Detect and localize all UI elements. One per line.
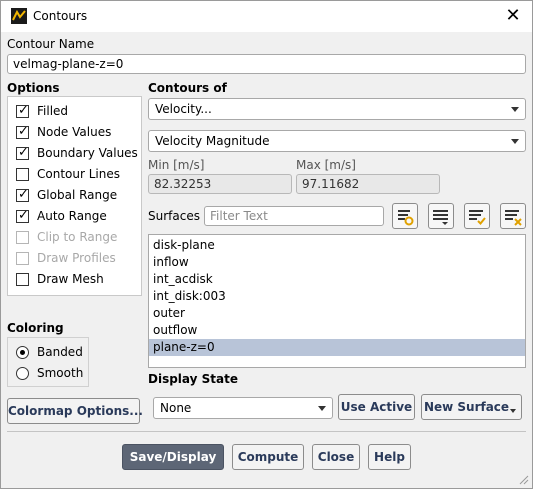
check-icon: ✓: [18, 187, 29, 202]
dropdown-arrow-icon: [510, 409, 516, 413]
max-label: Max [m/s]: [296, 158, 356, 172]
max-value-field: 97.11682: [296, 174, 440, 194]
check-icon: ✓: [18, 103, 29, 118]
close-button[interactable]: Close: [312, 444, 360, 470]
list-item[interactable]: outflow: [149, 322, 525, 339]
close-icon[interactable]: ✕: [502, 5, 524, 27]
select-all-surfaces-button[interactable]: [464, 203, 490, 229]
list-clear-icon: [505, 210, 522, 226]
list-item[interactable]: disk-plane: [149, 237, 525, 254]
footer-divider: [7, 431, 526, 432]
check-icon: ✓: [18, 124, 29, 139]
select-active-surfaces-button[interactable]: [392, 203, 418, 229]
dropdown-arrow-icon: [511, 107, 519, 112]
deselect-all-surfaces-button[interactable]: [500, 203, 526, 229]
min-value-field: 82.32253: [148, 174, 292, 194]
list-item[interactable]: plane-z=0: [149, 339, 525, 356]
min-label: Min [m/s]: [148, 158, 205, 172]
save-display-button[interactable]: Save/Display: [122, 444, 224, 470]
surfaces-list[interactable]: disk-plane inflow int_acdisk int_disk:00…: [148, 234, 526, 368]
display-state-select[interactable]: None: [153, 397, 333, 419]
window-title: Contours: [33, 9, 88, 23]
list-item[interactable]: inflow: [149, 254, 525, 271]
list-item[interactable]: int_acdisk: [149, 271, 525, 288]
check-icon: ✓: [18, 145, 29, 160]
list-item[interactable]: int_disk:003: [149, 288, 525, 305]
contours-of-category-select[interactable]: Velocity...: [148, 98, 526, 120]
dropdown-arrow-icon: [318, 406, 326, 411]
options-group: ✓ Filled ✓ Node Values ✓ Boundary Values…: [7, 96, 142, 296]
contours-of-variable-select[interactable]: Velocity Magnitude: [148, 130, 526, 152]
radio-dot-icon: [20, 350, 25, 355]
resize-grip-icon[interactable]: [519, 475, 529, 485]
list-item[interactable]: outer: [149, 305, 525, 322]
use-active-button[interactable]: Use Active: [338, 394, 415, 420]
contours-dialog: Contours ✕ Contour Name velmag-plane-z=0…: [0, 0, 533, 489]
colormap-options-button[interactable]: Colormap Options...: [7, 398, 143, 424]
contours-of-label: Contours of: [148, 81, 227, 95]
help-button[interactable]: Help: [368, 444, 411, 470]
surfaces-filter-input[interactable]: Filter Text: [204, 206, 384, 226]
dropdown-arrow-icon: [511, 139, 519, 144]
new-surface-button[interactable]: New Surface: [421, 394, 522, 420]
coloring-label: Coloring: [7, 321, 64, 335]
coloring-group: Banded Smooth: [7, 337, 89, 387]
fluent-app-icon: [11, 8, 27, 24]
surface-list-options-button[interactable]: [428, 203, 454, 229]
surfaces-label: Surfaces: [148, 209, 200, 223]
list-dropdown-icon: [433, 210, 448, 225]
options-label: Options: [7, 81, 60, 95]
list-check-icon: [469, 210, 486, 225]
title-bar: Contours ✕: [1, 1, 532, 32]
contour-name-input[interactable]: velmag-plane-z=0: [7, 54, 526, 74]
display-state-label: Display State: [148, 372, 238, 386]
check-icon: ✓: [18, 208, 29, 223]
list-circle-icon: [398, 210, 414, 226]
compute-button[interactable]: Compute: [232, 444, 304, 470]
contour-name-label: Contour Name: [7, 37, 95, 51]
